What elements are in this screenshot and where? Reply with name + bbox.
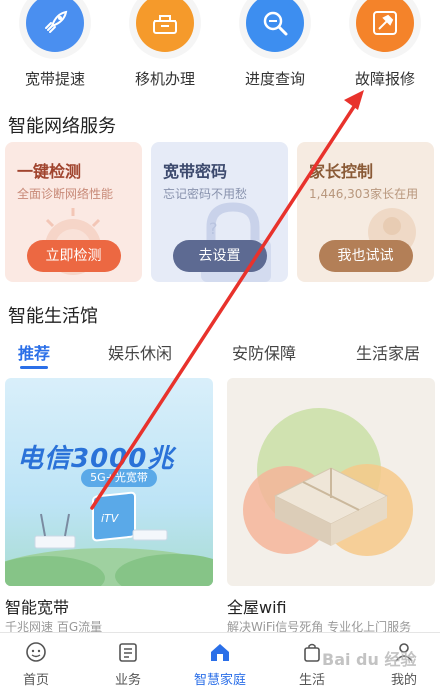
tab-home-living[interactable]: 生活家居: [356, 340, 420, 364]
nav-item-business[interactable]: 业务: [84, 633, 172, 690]
section-title-smart-network: 智能网络服务: [8, 116, 116, 137]
card-parental-control[interactable]: 家长控制 1,446,303家长在用 我也试试: [297, 142, 434, 282]
card-subtitle: 1,446,303家长在用: [309, 187, 419, 201]
search-icon: [246, 0, 304, 52]
card-title: 宽带密码: [163, 162, 228, 181]
product-image-whole-home-wifi[interactable]: [227, 378, 435, 586]
nav-label: 首页: [22, 673, 49, 688]
nav-item-home[interactable]: 首页: [0, 633, 80, 690]
product-title[interactable]: 智能宽带: [5, 594, 69, 618]
baidu-watermark: Bai du 经验: [322, 650, 417, 669]
quick-relocation[interactable]: 移机办理: [110, 0, 220, 100]
nav-item-smart-home[interactable]: 智慧家庭: [176, 633, 264, 690]
svg-text:?: ?: [209, 219, 218, 238]
card-subtitle: 全面诊断网络性能: [17, 187, 114, 201]
quick-actions-row: 宽带提速 移机办理 进度查询 故障报修: [0, 0, 440, 100]
nav-label: 智慧家庭: [193, 673, 246, 688]
card-broadband-password[interactable]: ? 宽带密码 忘记密码不用愁 去设置: [151, 142, 288, 282]
quick-label: 移机办理: [134, 70, 195, 88]
house-icon: [211, 644, 229, 661]
go-settings-button[interactable]: 去设置: [172, 240, 267, 272]
banner-badge: 5G+光宽带: [81, 469, 157, 487]
section-title-smart-life: 智能生活馆: [8, 306, 98, 327]
quick-fault-repair[interactable]: 故障报修: [330, 0, 440, 100]
hammer-icon: [356, 0, 414, 52]
product-subtitle: 解决WiFi信号死角 专业化上门服务: [227, 620, 412, 632]
tab-security[interactable]: 安防保障: [232, 340, 296, 364]
product-title[interactable]: 全屋wifi: [227, 594, 287, 618]
quick-broadband-speedup[interactable]: 宽带提速: [0, 0, 110, 100]
nav-label: 业务: [114, 673, 141, 688]
nav-label: 生活: [298, 673, 325, 688]
basket-icon: [136, 0, 194, 52]
nav-label: 我的: [390, 673, 417, 688]
quick-label: 故障报修: [354, 70, 415, 88]
tab-active-indicator: [20, 366, 48, 369]
tv-screen-label: iTV: [101, 512, 119, 525]
tab-recommended[interactable]: 推荐: [18, 340, 50, 364]
card-title: 家长控制: [309, 162, 374, 181]
product-image-smart-broadband[interactable]: 电信3000兆 5G+光宽带 iTV: [5, 378, 213, 586]
product-subtitle: 千兆网速 百G流量: [5, 620, 103, 632]
home-smile-icon: [26, 642, 46, 662]
list-icon: [119, 643, 137, 662]
bag-icon: [304, 643, 320, 662]
card-one-click-check[interactable]: 一键检测 全面诊断网络性能 立即检测: [5, 142, 142, 282]
tab-entertainment[interactable]: 娱乐休闲: [108, 340, 172, 364]
card-title: 一键检测: [17, 162, 82, 181]
check-now-button[interactable]: 立即检测: [26, 240, 121, 272]
quick-label: 宽带提速: [24, 70, 85, 88]
rocket-icon: [26, 0, 84, 52]
quick-label: 进度查询: [244, 70, 305, 88]
quick-progress-query[interactable]: 进度查询: [220, 0, 330, 100]
card-subtitle: 忘记密码不用愁: [163, 187, 248, 201]
try-it-button[interactable]: 我也试试: [318, 240, 413, 272]
